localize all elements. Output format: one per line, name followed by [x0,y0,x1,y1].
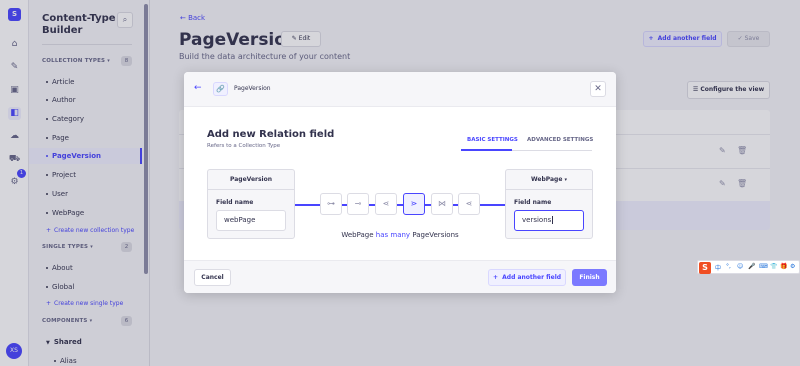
ime-skin-icon[interactable]: 👕 [770,263,777,270]
tab-basic-settings[interactable]: BASIC SETTINGS [467,137,518,143]
back-arrow-icon[interactable]: ← [194,83,202,93]
ime-gift-icon[interactable]: 🎁 [780,263,787,270]
active-tab-indicator [461,149,512,151]
modal-footer: Cancel + Add another field Finish [184,260,616,293]
ime-voice-icon[interactable]: 🎤 [748,263,755,270]
modal-breadcrumb: PageVersion [234,85,271,92]
many-way-relation-icon[interactable]: ⋖ [458,193,480,215]
source-field-name-input[interactable]: webPage [216,210,286,231]
target-field-name-input[interactable]: versions [514,210,584,231]
many-to-one-relation-icon[interactable]: ⋗ [403,193,425,215]
one-to-one-relation-icon[interactable]: ⊶ [320,193,342,215]
relation-description: WebPage has many PageVersions [341,231,459,239]
ime-emoji-icon[interactable]: ☺ [737,263,743,270]
tab-advanced-settings[interactable]: ADVANCED SETTINGS [527,137,593,143]
close-icon[interactable]: ✕ [590,81,606,97]
cancel-button[interactable]: Cancel [194,269,231,286]
finish-button[interactable]: Finish [572,269,607,286]
ime-keyboard-icon[interactable]: ⌨ [759,263,768,270]
add-another-field-button[interactable]: + Add another field [488,269,566,286]
ime-lang-toggle[interactable]: 中 [715,263,721,272]
text-caret [552,216,554,224]
field-name-label: Field name [216,199,254,206]
target-content-type-box: WebPage ▾ Field name versions [505,169,593,239]
chevron-down-icon: ▾ [564,177,568,183]
modal-subtitle: Refers to a Collection Type [207,143,281,149]
ime-punctuation-icon[interactable]: °, [726,263,731,270]
source-content-type-name: PageVersion [208,170,294,190]
ime-toolbar: S 中 °, ☺ 🎤 ⌨ 👕 🎁 ⚙ [697,260,800,274]
relation-link-icon: 🔗 [213,82,228,96]
field-name-label: Field name [514,199,552,206]
one-to-many-relation-icon[interactable]: ⋖ [375,193,397,215]
source-content-type-box: PageVersion Field name webPage [207,169,295,239]
ime-settings-icon[interactable]: ⚙ [790,263,795,270]
one-way-relation-icon[interactable]: ⊸ [347,193,369,215]
many-to-many-relation-icon[interactable]: ⋈ [431,193,453,215]
relation-modal: ← 🔗 PageVersion ✕ Add new Relation field… [184,72,616,293]
target-content-type-select[interactable]: WebPage ▾ [506,170,592,190]
sogou-logo-icon[interactable]: S [699,262,711,274]
modal-title: Add new Relation field [207,129,335,140]
modal-header: ← 🔗 PageVersion ✕ [184,72,616,107]
